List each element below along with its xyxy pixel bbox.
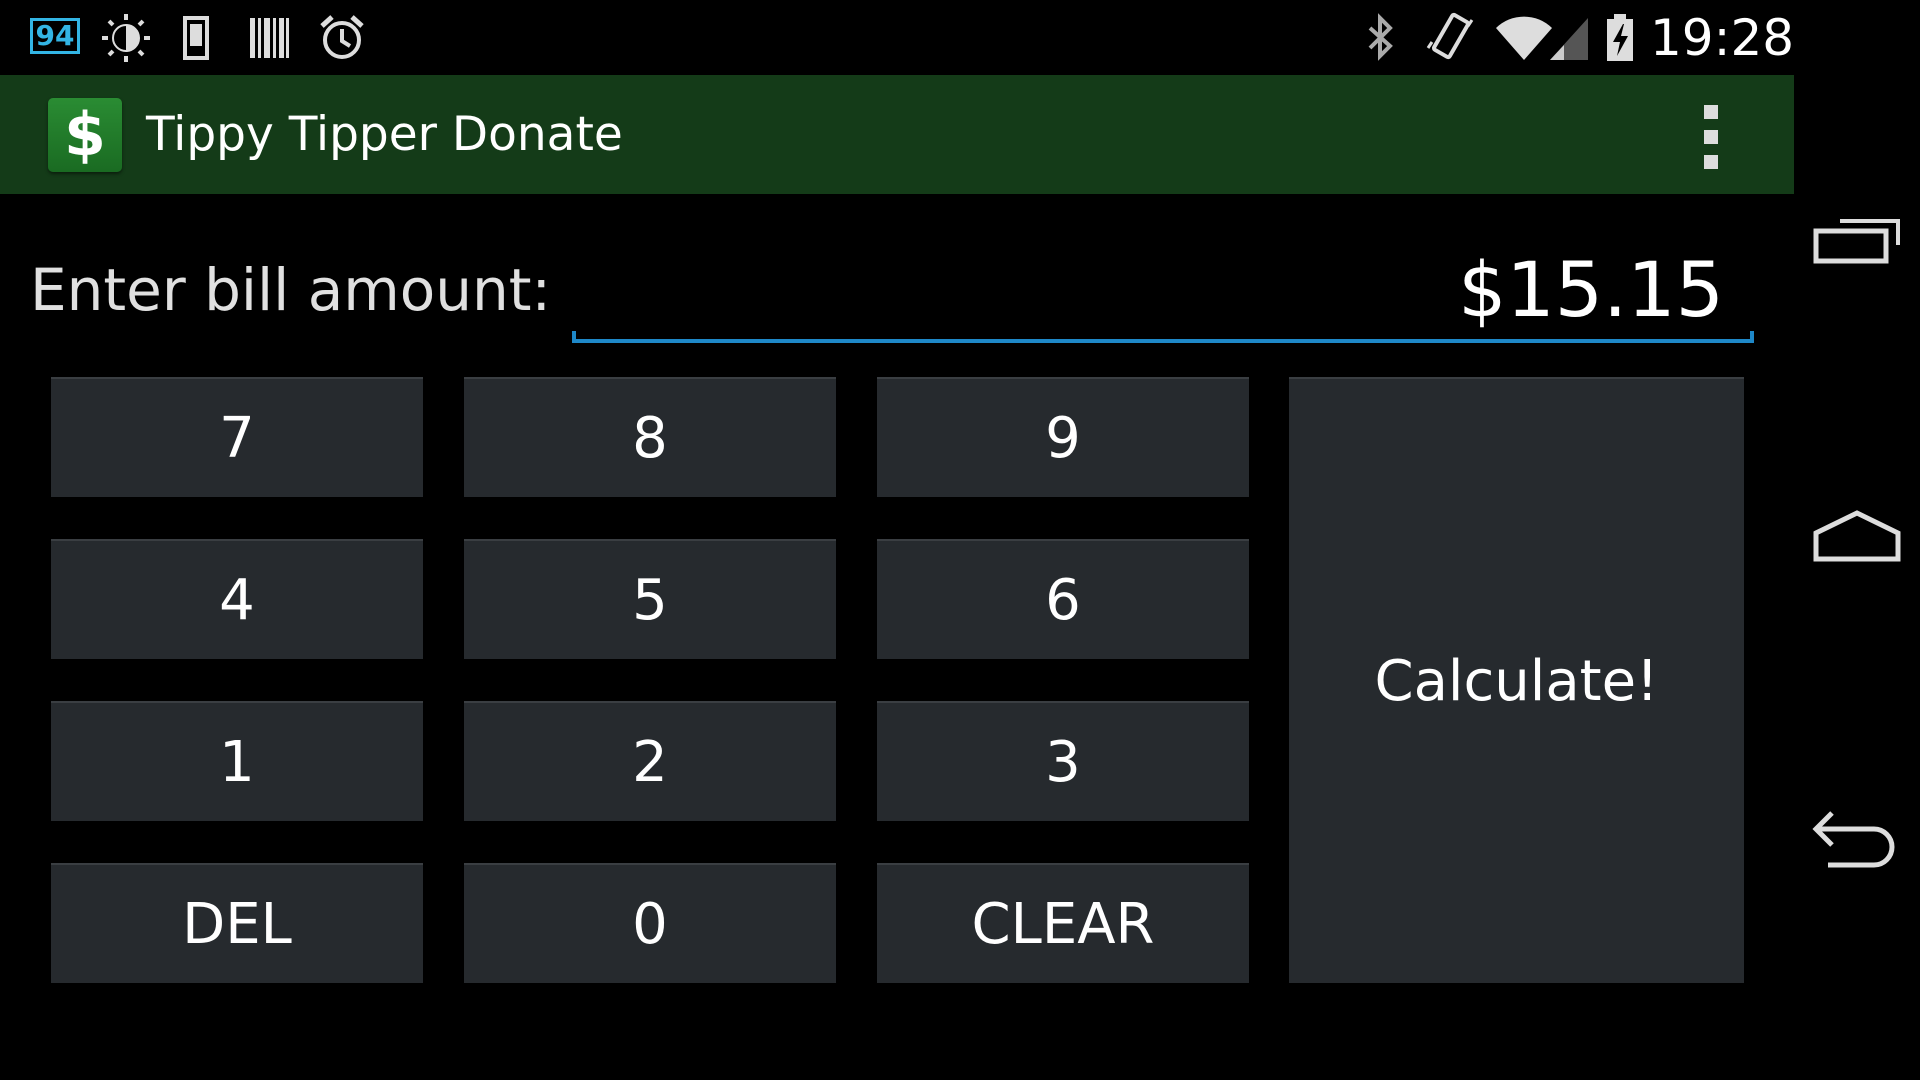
app-title: Tippy Tipper Donate (146, 107, 623, 162)
key-4[interactable]: 4 (51, 539, 423, 659)
home-icon[interactable] (1812, 505, 1902, 575)
app-icon[interactable]: $ (48, 98, 122, 172)
clear-button[interactable]: CLEAR (877, 863, 1249, 983)
key-1[interactable]: 1 (51, 701, 423, 821)
overflow-dot (1704, 155, 1718, 169)
navigation-bar (1794, 0, 1920, 1080)
bill-field-underline (572, 331, 1754, 343)
key-2[interactable]: 2 (464, 701, 836, 821)
status-bar: 94 19:28 (0, 0, 1794, 75)
action-bar: $ Tippy Tipper Donate (0, 75, 1794, 194)
wifi-icon (1496, 16, 1552, 60)
overflow-menu-icon[interactable] (1700, 105, 1722, 169)
brightness-icon (102, 14, 150, 62)
overflow-dot (1704, 105, 1718, 119)
clock: 19:28 (1650, 9, 1795, 67)
key-0[interactable]: 0 (464, 863, 836, 983)
vibrate-icon (1426, 12, 1474, 60)
recent-apps-icon[interactable] (1812, 205, 1902, 275)
bill-amount-label: Enter bill amount: (30, 256, 552, 324)
battery-percent-indicator: 94 (30, 18, 80, 54)
bill-amount-field[interactable]: $15.15 (572, 230, 1754, 345)
key-7[interactable]: 7 (51, 377, 423, 497)
calculate-button[interactable]: Calculate! (1289, 377, 1744, 983)
key-9[interactable]: 9 (877, 377, 1249, 497)
alarm-icon (320, 15, 364, 59)
device-icon (183, 16, 209, 60)
bill-amount-value[interactable]: $15.15 (1458, 240, 1724, 340)
back-icon[interactable] (1812, 805, 1902, 875)
delete-button[interactable]: DEL (51, 863, 423, 983)
bluetooth-icon (1368, 13, 1393, 61)
key-8[interactable]: 8 (464, 377, 836, 497)
key-6[interactable]: 6 (877, 539, 1249, 659)
overflow-dot (1704, 130, 1718, 144)
screen: 94 19:28 $ Tippy Tipper Donate Enter bil… (0, 0, 1920, 1080)
key-5[interactable]: 5 (464, 539, 836, 659)
battery-charging-icon (1607, 14, 1633, 61)
signal-icon (1550, 18, 1588, 60)
barcode-icon (250, 18, 289, 58)
key-3[interactable]: 3 (877, 701, 1249, 821)
